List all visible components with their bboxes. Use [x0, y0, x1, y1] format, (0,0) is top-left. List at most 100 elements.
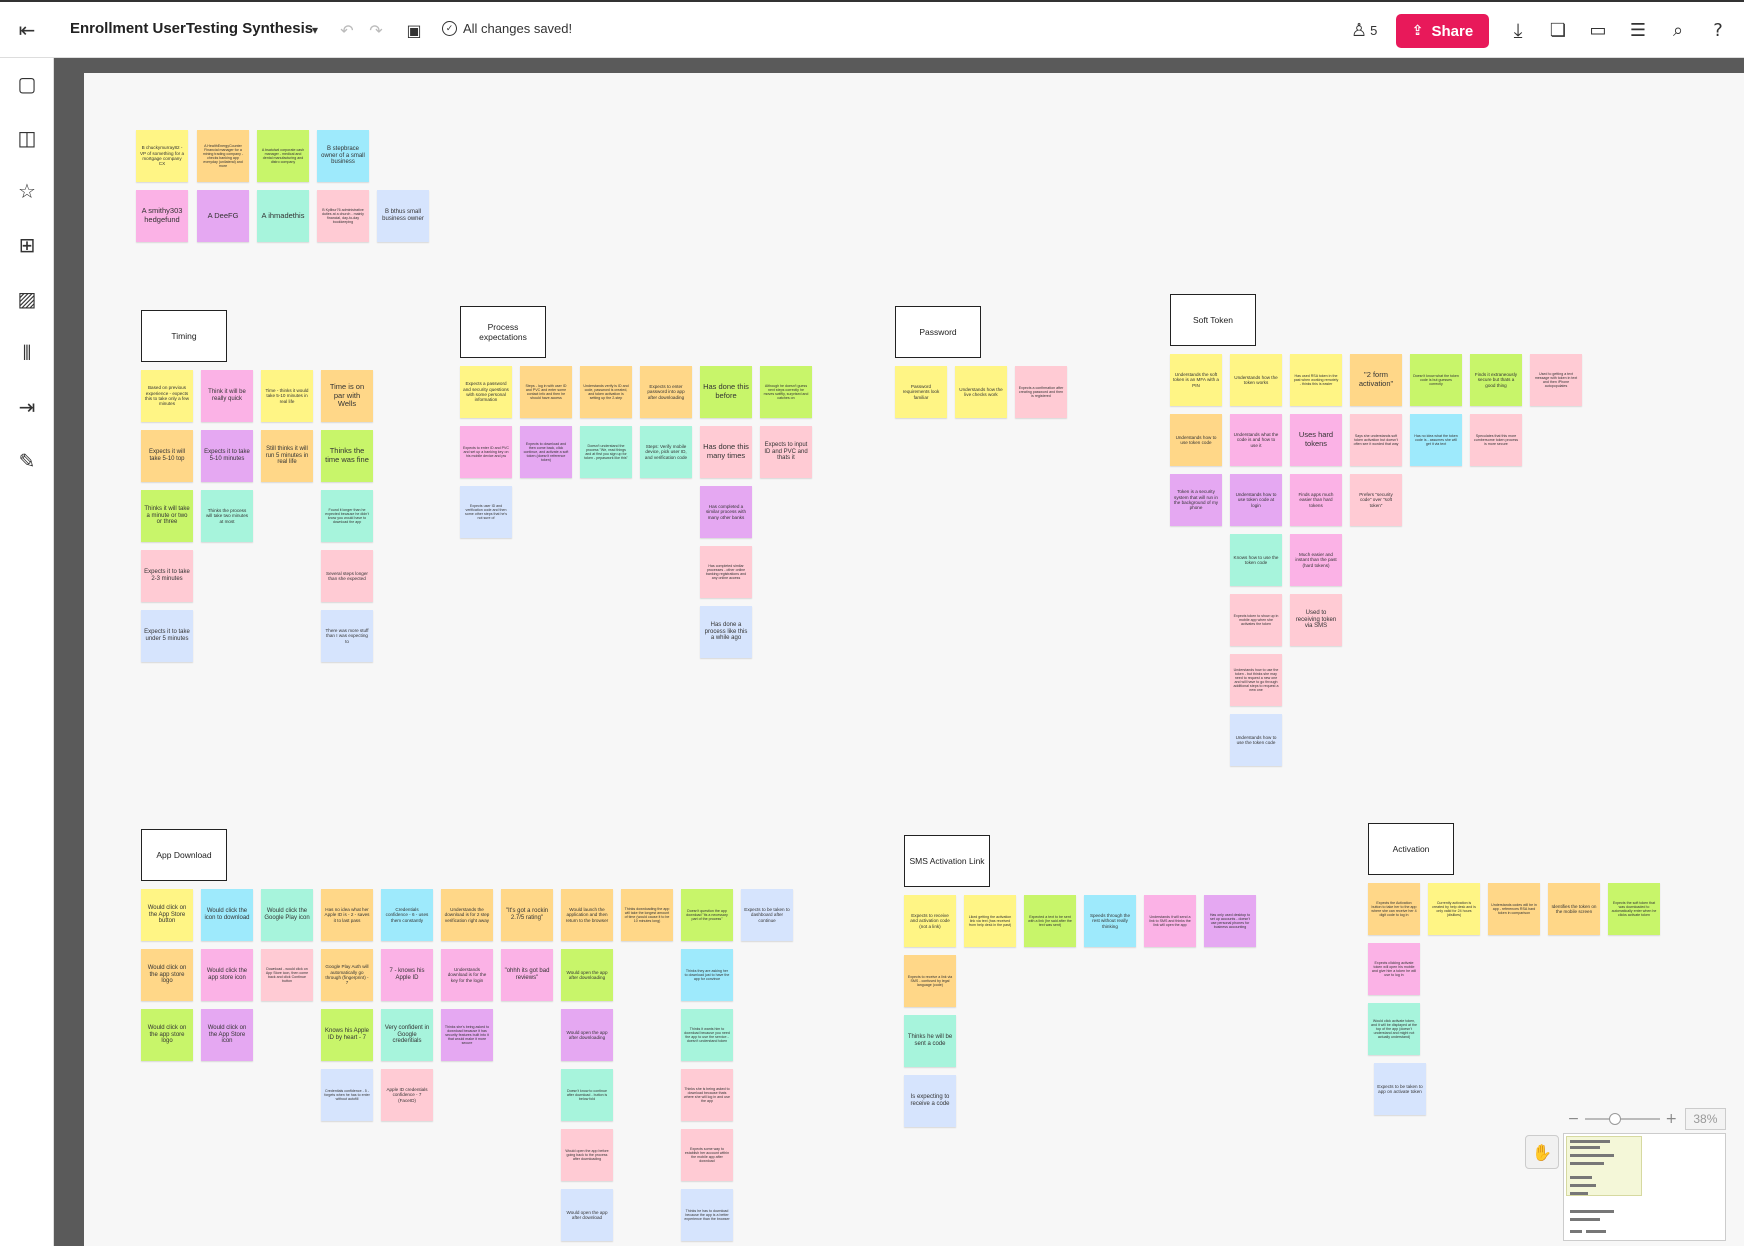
sticky-note[interactable]: Has used RSA token in the past when work…: [1290, 354, 1342, 406]
sticky-note[interactable]: Expects to receive and activation code (…: [904, 895, 956, 947]
sticky-note[interactable]: Has done a process like this a while ago: [700, 606, 752, 658]
sticky-note[interactable]: Thinks he has to download because the ap…: [681, 1189, 733, 1241]
sticky-note[interactable]: Credentials confidence - 5 - forgets whe…: [321, 1069, 373, 1121]
section-label-password[interactable]: Password: [895, 306, 981, 358]
sticky-note[interactable]: Expects some way to establish her accoun…: [681, 1129, 733, 1181]
sticky-note[interactable]: Doesn't know to continue after download …: [561, 1069, 613, 1121]
sticky-note[interactable]: Download - would click on App Store icon…: [261, 949, 313, 1001]
participant-note[interactable]: A bsatulwd corporate cash manager - medi…: [257, 130, 309, 182]
sticky-note[interactable]: Expects a confirmation after creating pa…: [1015, 366, 1067, 418]
sticky-note[interactable]: Used to getting a text message with toke…: [1530, 354, 1582, 406]
section-label-app-download[interactable]: App Download: [141, 829, 227, 881]
minimap-viewport[interactable]: [1566, 1136, 1642, 1196]
exit-icon[interactable]: ⇤: [12, 15, 42, 45]
section-label-activation[interactable]: Activation: [1368, 823, 1454, 875]
hand-tool-icon[interactable]: ✋: [1525, 1135, 1559, 1169]
zoom-in-icon[interactable]: +: [1664, 1111, 1679, 1127]
sticky-note[interactable]: Would click on the App Store button: [141, 889, 193, 941]
sticky-note[interactable]: Has done this many times: [700, 426, 752, 478]
sticky-note[interactable]: Understands how the token works: [1230, 354, 1282, 406]
section-label-timing[interactable]: Timing: [141, 310, 227, 362]
board-canvas[interactable]: B chuckymurray82 - VP of something for a…: [84, 73, 1744, 1246]
sticky-note[interactable]: Knows his Apple ID by heart - 7: [321, 1009, 373, 1061]
sticky-note[interactable]: Doesn't understand the process "We, read…: [580, 426, 632, 478]
sticky-note[interactable]: Would click on the App Store icon: [201, 1009, 253, 1061]
sticky-note[interactable]: There was more stuff than I was expectin…: [321, 610, 373, 662]
sticky-note[interactable]: Identifies the token on the mobile scree…: [1548, 883, 1600, 935]
sticky-note[interactable]: Thinks downloading the app will take the…: [621, 889, 673, 941]
sticky-note[interactable]: Has only used desktop to set up accounts…: [1204, 895, 1256, 947]
sticky-note[interactable]: Has done this before: [700, 366, 752, 418]
sticky-note[interactable]: Expects a password and security question…: [460, 366, 512, 418]
sticky-note[interactable]: Still thinks it will run 5 minutes in re…: [261, 430, 313, 482]
sticky-note[interactable]: "It's got a rockin 2.7/5 rating": [501, 889, 553, 941]
zoom-level[interactable]: 38%: [1684, 1108, 1727, 1130]
sticky-note[interactable]: Knows how to use the token code: [1230, 534, 1282, 586]
redo-icon[interactable]: ↷: [361, 15, 391, 45]
sticky-note[interactable]: Used to receiving token via SMS: [1290, 594, 1342, 646]
sticky-note[interactable]: Expects to be taken to app on activate t…: [1374, 1063, 1426, 1115]
sticky-note[interactable]: Doesn't question the app download "its a…: [681, 889, 733, 941]
sticky-note[interactable]: Would click on the app store logo: [141, 1009, 193, 1061]
sticky-note[interactable]: Would open the app after download: [561, 1189, 613, 1241]
sticky-note[interactable]: Expects to download and then come back, …: [520, 426, 572, 478]
sticky-note[interactable]: Several steps longer than she expected: [321, 550, 373, 602]
sticky-note[interactable]: Thinks the time was fine: [321, 430, 373, 482]
participant-note[interactable]: A ihmadethis: [257, 190, 309, 242]
sticky-note[interactable]: Would open the app after downloading: [561, 949, 613, 1001]
help-icon[interactable]: ?: [1703, 15, 1733, 45]
sticky-note[interactable]: Finds apps much easier than hard tokens: [1290, 474, 1342, 526]
zoom-slider[interactable]: [1584, 1113, 1660, 1125]
star-icon[interactable]: ☆: [12, 176, 42, 206]
section-label-soft-token[interactable]: Soft Token: [1170, 294, 1256, 346]
sticky-note[interactable]: Expects user ID and verification code an…: [460, 486, 512, 538]
sticky-note[interactable]: Uses hard tokens: [1290, 414, 1342, 466]
sticky-note[interactable]: Understands the soft token is an MFA wit…: [1170, 354, 1222, 406]
sticky-note[interactable]: Understands how to use the token code: [1230, 714, 1282, 766]
sticky-note[interactable]: Expects clicking activate token will ope…: [1368, 943, 1420, 995]
sticky-note[interactable]: Finds it extraneously secure but thats a…: [1470, 354, 1522, 406]
sticky-note[interactable]: Expects to input ID and PVC and thats it: [760, 426, 812, 478]
chat-icon[interactable]: ▭: [1583, 15, 1613, 45]
sticky-note[interactable]: Would click the icon to download: [201, 889, 253, 941]
library-icon[interactable]: ⫴: [12, 338, 42, 368]
sticky-note[interactable]: Apple ID credentials confidence - 7 (Fac…: [381, 1069, 433, 1121]
board-title[interactable]: Enrollment UserTesting Synthesis: [70, 20, 313, 37]
sticky-note[interactable]: Thinks it wants him to download because …: [681, 1009, 733, 1061]
sticky-note[interactable]: Found it longer than he expected because…: [321, 490, 373, 542]
sticky-note[interactable]: Would open the app after downloading: [561, 1009, 613, 1061]
image-icon[interactable]: ▨: [12, 284, 42, 314]
sticky-note[interactable]: Understands verify is ID and code, passw…: [580, 366, 632, 418]
sticky-note[interactable]: "2 form activation": [1350, 354, 1402, 406]
undo-icon[interactable]: ↶: [332, 15, 362, 45]
sticky-note[interactable]: Expects it to take under 5 minutes: [141, 610, 193, 662]
sticky-note[interactable]: Understands it will send a link to SMS a…: [1144, 895, 1196, 947]
participant-note[interactable]: B bthus small business owner: [377, 190, 429, 242]
sticky-note[interactable]: Understands how to use token code: [1170, 414, 1222, 466]
sticky-note[interactable]: Expected a text to be sent with a link (…: [1024, 895, 1076, 947]
sticky-note[interactable]: Understands download is for the key for …: [441, 949, 493, 1001]
comments-icon[interactable]: ❏: [1543, 15, 1573, 45]
sticky-note[interactable]: Would click on the app store logo: [141, 949, 193, 1001]
zoom-slider-handle[interactable]: [1608, 1113, 1621, 1125]
shapes-icon[interactable]: ◫: [12, 123, 42, 153]
sticky-note[interactable]: Credentials confidence - 6 - uses them c…: [381, 889, 433, 941]
sticky-note[interactable]: Doesn't know what the token code is but …: [1410, 354, 1462, 406]
participant-note[interactable]: A smithy303 hedgefund: [136, 190, 188, 242]
sticky-note[interactable]: Expects it to take 5-10 minutes: [201, 430, 253, 482]
sticky-note[interactable]: Thinks she's being asked to download bec…: [441, 1009, 493, 1061]
sticky-note[interactable]: Would click the Google Play icon: [261, 889, 313, 941]
minimap[interactable]: [1563, 1133, 1726, 1241]
sticky-note[interactable]: Much easier and instant than the past (h…: [1290, 534, 1342, 586]
participant-note[interactable]: A HealthEnergyCounter Financial manager …: [197, 130, 249, 182]
sticky-note[interactable]: Understands the download is for 2 step v…: [441, 889, 493, 941]
sticky-note[interactable]: Expects to receive a link via SMS - conf…: [904, 955, 956, 1007]
present-icon[interactable]: ▣: [399, 15, 429, 45]
pen-icon[interactable]: ✎: [12, 446, 42, 476]
sticky-note[interactable]: Time is on par with Wells: [321, 370, 373, 422]
participant-note[interactable]: B chuckymurray82 - VP of something for a…: [136, 130, 188, 182]
sticky-note[interactable]: Has no idea what her Apple ID is - 2 - s…: [321, 889, 373, 941]
section-label-sms-activation-link[interactable]: SMS Activation Link: [904, 835, 990, 887]
sticky-note[interactable]: Speeds through the rest without really t…: [1084, 895, 1136, 947]
grid-icon[interactable]: ⊞: [12, 230, 42, 260]
